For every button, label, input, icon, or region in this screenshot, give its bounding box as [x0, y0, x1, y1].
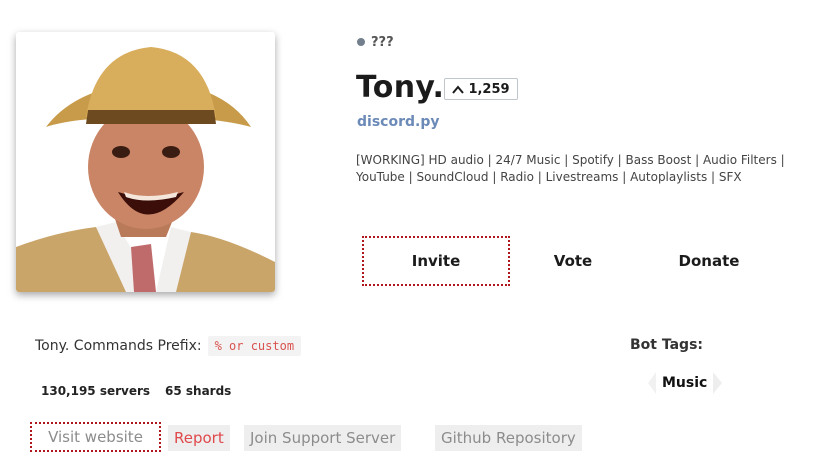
prefix-value: % or custom — [207, 336, 302, 356]
status-text: ??? — [371, 34, 394, 50]
chevron-up-icon — [452, 84, 465, 94]
visit-website-link[interactable]: Visit website — [30, 422, 161, 452]
tag-left-edge — [648, 372, 656, 394]
tag-label: Music — [656, 372, 714, 394]
invite-button[interactable]: Invite — [362, 236, 510, 286]
avatar-image — [16, 32, 275, 292]
status-indicator: ??? — [357, 34, 394, 50]
tag-music[interactable]: Music — [648, 372, 723, 394]
bot-tags-label: Bot Tags: — [630, 337, 704, 353]
status-dot-icon — [357, 38, 365, 46]
library-label: discord.py — [357, 114, 440, 130]
vote-button[interactable]: Vote — [520, 236, 626, 286]
donate-button[interactable]: Donate — [652, 236, 766, 286]
tag-arrow-icon — [713, 372, 723, 394]
bot-avatar — [16, 32, 275, 292]
upvote-count-button[interactable]: 1,259 — [444, 78, 518, 100]
server-count-badge: 130,195 servers — [35, 380, 157, 402]
commands-prefix: Tony. Commands Prefix: % or custom — [35, 336, 302, 356]
report-link[interactable]: Report — [168, 425, 230, 451]
shard-count-badge: 65 shards — [159, 380, 238, 402]
github-repository-link[interactable]: Github Repository — [435, 425, 582, 451]
prefix-label: Tony. Commands Prefix: — [35, 338, 202, 354]
support-server-link[interactable]: Join Support Server — [244, 425, 402, 451]
bot-description: [WORKING] HD audio | 24/7 Music | Spotif… — [356, 153, 785, 184]
bot-name: Tony. — [356, 70, 445, 105]
vote-count: 1,259 — [468, 81, 510, 97]
